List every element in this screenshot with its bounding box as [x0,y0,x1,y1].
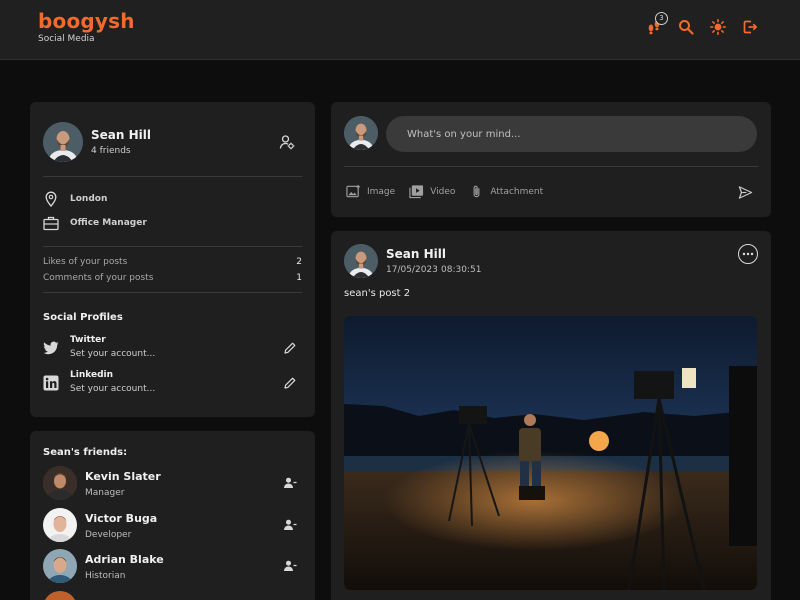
image-icon [346,184,361,198]
occupation-text: Office Manager [70,218,147,228]
stat-value: 1 [296,273,302,283]
friend-avatar[interactable] [43,466,77,500]
composer-actions: Image Video Attachment [346,184,543,199]
image-label: Image [367,186,396,197]
friend-avatar[interactable] [43,591,77,600]
stat-label: Comments of your posts [43,273,154,283]
friend-role: Historian [85,571,126,581]
profile-card: Sean Hill 4 friends London Office Manage… [30,102,315,417]
notification-badge: 3 [655,12,668,25]
post-date: 17/05/2023 [386,265,438,275]
post-text: sean's post 2 [344,288,411,299]
video-label: Video [430,186,456,197]
profile-name[interactable]: Sean Hill [91,128,151,142]
profile-avatar[interactable] [43,122,83,162]
composer-avatar [344,116,378,150]
occupation-row: Office Manager [43,215,147,231]
more-horizontal-icon [742,252,754,256]
linkedin-icon [43,375,59,391]
add-attachment-button[interactable]: Attachment [469,184,543,199]
brand-subtitle: Social Media [38,34,95,44]
social-sub: Set your account... [70,349,156,359]
logout-icon[interactable] [742,19,758,35]
social-name: Twitter [70,335,106,345]
divider [344,166,758,167]
friend-avatar[interactable] [43,549,77,583]
location-pin-icon [45,191,57,207]
post-composer: Image Video Attachment [331,102,771,217]
edit-icon[interactable] [283,376,297,390]
location-text: London [70,194,108,204]
location-row: London [43,191,107,207]
post-author-avatar[interactable] [344,244,378,278]
social-linkedin: Linkedin Set your account... [43,370,302,398]
post-options-button[interactable] [738,244,758,264]
manage-account-icon[interactable] [279,134,295,150]
sun-icon[interactable] [710,19,726,35]
friend-name[interactable]: Kevin Slater [85,470,161,483]
video-icon [409,185,424,199]
stat-comments: Comments of your posts 1 [43,273,302,283]
footprints-icon[interactable]: 3 [646,12,668,35]
friend-item[interactable]: Kevin Slater Manager [43,466,302,502]
top-bar: boogysh Social Media 3 [0,0,800,60]
friends-title: Sean's friends: [43,447,128,458]
paperclip-icon [474,185,480,198]
social-twitter: Twitter Set your account... [43,335,302,363]
friend-avatar[interactable] [43,508,77,542]
remove-friend-icon[interactable] [283,518,297,532]
brand-name[interactable]: boogysh [38,9,135,33]
send-icon[interactable] [738,185,753,200]
post-input[interactable] [386,116,757,152]
attachment-label: Attachment [490,186,544,197]
brand[interactable]: boogysh Social Media [38,9,135,44]
search-icon[interactable] [678,19,694,35]
social-sub: Set your account... [70,384,156,394]
friend-role: Developer [85,530,132,540]
remove-friend-icon[interactable] [283,559,297,573]
remove-friend-icon[interactable] [283,476,297,490]
briefcase-icon [43,216,59,231]
stat-value: 2 [296,257,302,267]
social-profiles-title: Social Profiles [43,312,123,323]
friend-item[interactable]: Adrian Blake Historian [43,549,302,585]
twitter-icon [43,341,59,355]
stat-likes: Likes of your posts 2 [43,257,302,267]
stat-label: Likes of your posts [43,257,128,267]
friend-name[interactable]: Adrian Blake [85,553,164,566]
friend-role: Manager [85,488,125,498]
post-card: Sean Hill 17/05/2023 08:30:51 sean's pos… [331,231,771,600]
header-actions: 3 [646,12,758,35]
divider [43,176,302,177]
post-image[interactable] [344,316,757,590]
divider [43,246,302,247]
friends-card: Sean's friends: Kevin Slater Manager Vic… [30,431,315,600]
friend-item[interactable] [43,591,302,600]
post-time: 08:30:51 [441,265,482,275]
friend-item[interactable]: Victor Buga Developer [43,508,302,544]
social-name: Linkedin [70,370,114,380]
profile-friends-count: 4 friends [91,146,131,156]
post-author-name[interactable]: Sean Hill [386,247,446,261]
divider [43,292,302,293]
friend-name[interactable]: Victor Buga [85,512,157,525]
edit-icon[interactable] [283,341,297,355]
add-image-button[interactable]: Image [346,184,395,199]
add-video-button[interactable]: Video [409,184,455,199]
